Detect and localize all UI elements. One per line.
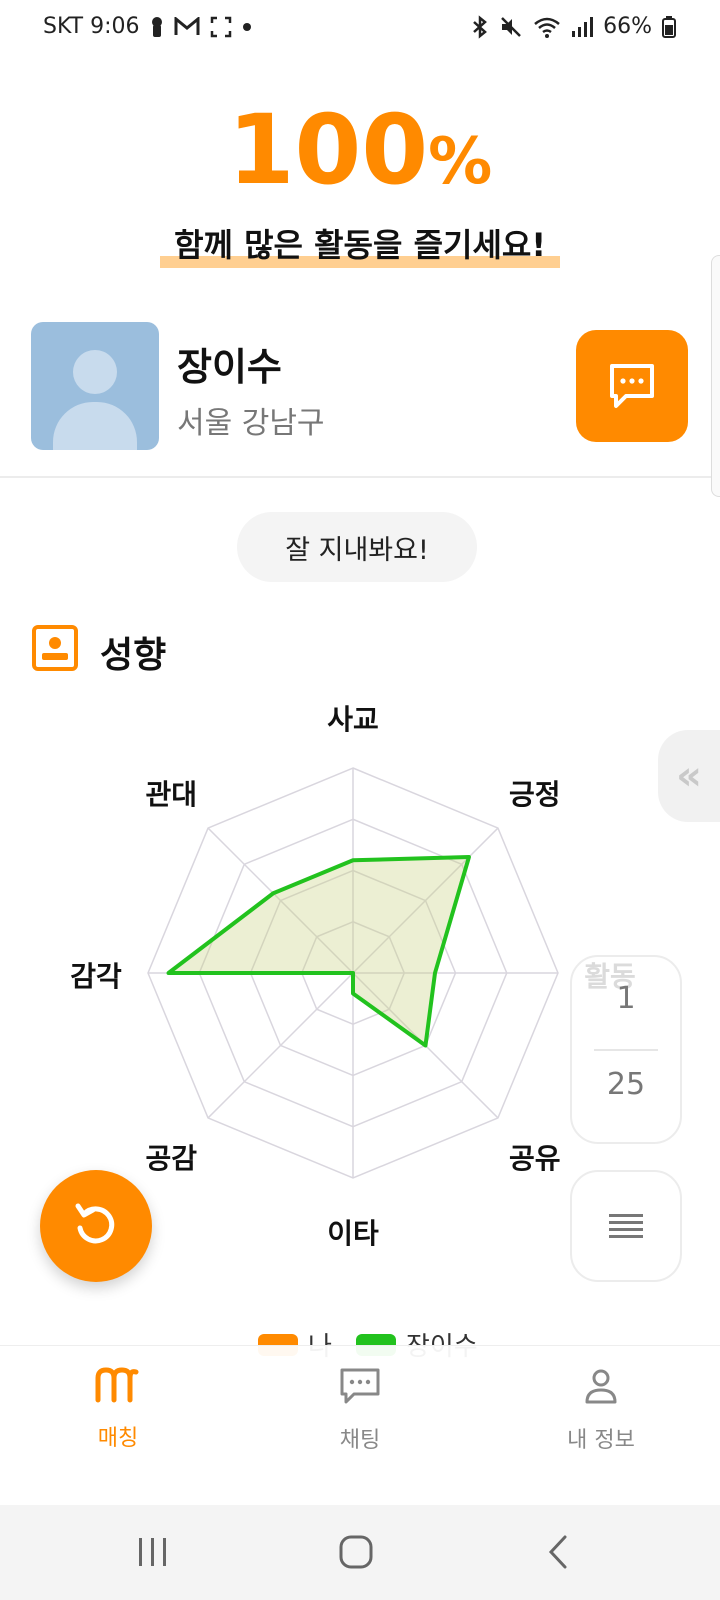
home-icon[interactable] <box>337 1533 375 1571</box>
avatar-head <box>73 350 117 394</box>
wifi-icon <box>534 17 560 38</box>
radar-axis-label: 관대 <box>145 778 198 812</box>
double-chevron-left-icon: « <box>676 753 702 799</box>
list-menu-button[interactable] <box>570 1170 682 1282</box>
profile-card-icon <box>32 625 78 671</box>
match-tagline-text: 함께 많은 활동을 즐기세요! <box>174 226 546 264</box>
chat-bubble-icon <box>610 364 654 408</box>
radar-axis-label: 공감 <box>145 1141 198 1175</box>
match-percentage: 100% <box>0 95 720 217</box>
greeting-text: 잘 지내봐요! <box>285 534 429 566</box>
pager-total: 25 <box>606 1067 646 1102</box>
signal-icon <box>572 16 594 37</box>
collapse-tab[interactable]: « <box>658 730 720 822</box>
radar-axis-label: 사교 <box>327 703 379 736</box>
profile-name: 장이수 <box>177 345 282 389</box>
status-left: SKT 9:06 <box>43 14 252 39</box>
chat-icon <box>340 1368 380 1404</box>
bluetooth-icon <box>473 14 488 39</box>
nav-item-matching[interactable]: 매칭 <box>58 1366 178 1452</box>
tagline-wrap: 함께 많은 활동을 즐기세요! <box>0 220 720 268</box>
avatar[interactable] <box>31 322 159 450</box>
radar-axis-label: 긍정 <box>508 778 561 812</box>
nav-item-my-info[interactable]: 내 정보 <box>541 1366 661 1454</box>
system-navigation-bar <box>0 1505 720 1600</box>
avatar-body <box>53 402 137 450</box>
lock-icon <box>151 16 162 37</box>
nav-label-my-info: 내 정보 <box>567 1428 635 1453</box>
dot-icon <box>242 22 251 31</box>
section-title: 성향 <box>100 635 167 676</box>
greeting-bubble: 잘 지내봐요! <box>237 512 477 582</box>
battery-icon <box>662 15 676 38</box>
mute-icon <box>501 16 521 37</box>
battery-text: 66% <box>603 14 652 39</box>
person-icon <box>585 1369 617 1404</box>
pager[interactable]: 1 25 <box>570 955 682 1144</box>
profile-location: 서울 강남구 <box>177 406 325 441</box>
matching-icon <box>95 1367 139 1403</box>
status-right: 66% <box>471 14 676 39</box>
match-percent-symbol: % <box>428 125 493 199</box>
pager-divider <box>594 1049 658 1051</box>
edge-panel-handle[interactable] <box>711 255 720 497</box>
nav-label-matching: 매칭 <box>97 1426 139 1451</box>
mail-icon <box>174 16 200 35</box>
status-bar: SKT 9:06 66% <box>0 0 720 60</box>
screenshot-icon <box>210 16 231 37</box>
recent-apps-icon[interactable] <box>135 1535 171 1569</box>
radar-series-partner <box>166 855 471 1048</box>
chat-button[interactable] <box>576 330 688 442</box>
match-percent-value: 100 <box>227 94 429 206</box>
refresh-icon <box>75 1203 115 1244</box>
carrier-time: SKT 9:06 <box>43 14 140 39</box>
radar-axis-label: 공유 <box>508 1141 561 1175</box>
nav-label-chat: 채팅 <box>339 1428 381 1453</box>
profile-divider <box>0 476 720 478</box>
pager-current: 1 <box>616 981 636 1016</box>
match-tagline: 함께 많은 활동을 즐기세요! <box>160 220 560 268</box>
radar-axis-label: 이타 <box>327 1217 379 1250</box>
radar-axis-label: 감각 <box>70 960 122 993</box>
menu-lines-icon <box>609 1214 643 1238</box>
back-icon[interactable] <box>545 1533 571 1571</box>
refresh-button[interactable] <box>40 1170 152 1282</box>
bottom-navigation: 매칭 채팅 내 정보 <box>0 1345 720 1506</box>
nav-item-chat[interactable]: 채팅 <box>300 1366 420 1454</box>
